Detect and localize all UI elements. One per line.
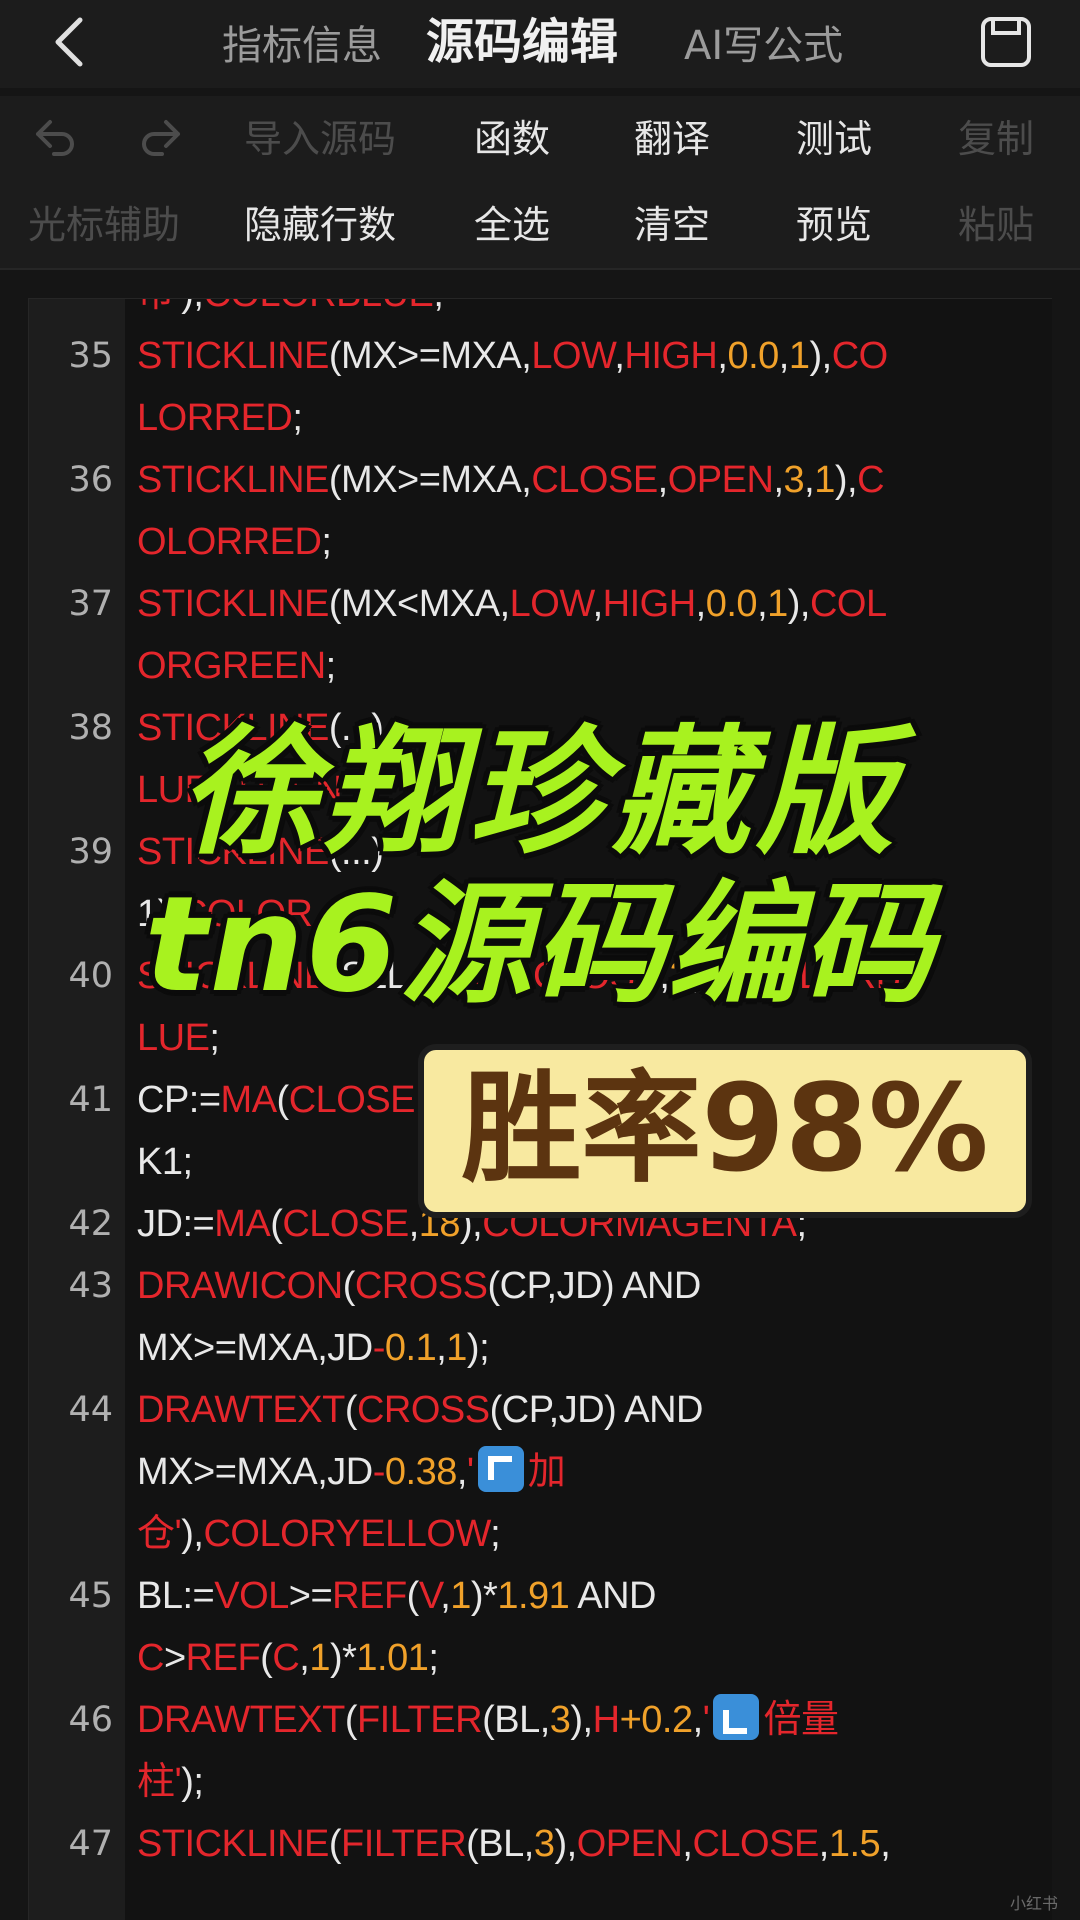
test-button[interactable]: 测试 bbox=[796, 96, 872, 182]
code-line: 40 STICKLINE(SLL,OPEN,CLOSE,2,0),COLORB L… bbox=[29, 945, 1052, 1069]
tab-indicator-info[interactable]: 指标信息 bbox=[222, 18, 382, 74]
line-number: 36 bbox=[68, 460, 113, 500]
save-icon[interactable] bbox=[980, 16, 1032, 68]
code-text: STICKLINE(MX>=MXA,CLOSE,OPEN,3,1),C OLORR… bbox=[137, 459, 885, 563]
code-text: STICKLINE(SLL,OPEN,CLOSE,2,0),COLORB LUE; bbox=[137, 955, 901, 1059]
line-number: 41 bbox=[68, 1080, 113, 1120]
code-text: JD:=MA(CLOSE,18),COLORMAGENTA; bbox=[137, 1203, 807, 1245]
code-text: STICKLINE(FILTER(BL,3),OPEN,CLOSE,1.5, bbox=[137, 1823, 891, 1865]
code-line: 41 CP:=MA(CLOSE,...), K1; bbox=[29, 1069, 1052, 1193]
line-number: 35 bbox=[68, 336, 113, 376]
redo-icon[interactable] bbox=[136, 114, 188, 166]
code-line: 42 JD:=MA(CLOSE,18),COLORMAGENTA; bbox=[29, 1193, 1052, 1255]
code-line: 47 STICKLINE(FILTER(BL,3),OPEN,CLOSE,1.5… bbox=[29, 1813, 1052, 1875]
line-number: 38 bbox=[68, 708, 113, 748]
functions-button[interactable]: 函数 bbox=[474, 96, 550, 182]
paste-button[interactable]: 粘贴 bbox=[958, 182, 1034, 268]
code-text: DRAWICON(CROSS(CP,JD) AND MX>=MXA,JD-0.1,… bbox=[137, 1265, 701, 1369]
code-line: 38 STICKLINE(...) LUEGREEN; bbox=[29, 697, 1052, 821]
line-number bbox=[29, 299, 125, 325]
code-line: 44 DRAWTEXT(CROSS(CP,JD) AND MX>=MXA,JD-0… bbox=[29, 1379, 1052, 1565]
clear-button[interactable]: 清空 bbox=[634, 182, 710, 268]
line-number: 40 bbox=[68, 956, 113, 996]
code-line: 39 STICKLINE(...) 1),COLOR... bbox=[29, 821, 1052, 945]
code-line: 43 DRAWICON(CROSS(CP,JD) AND MX>=MXA,JD-0… bbox=[29, 1255, 1052, 1379]
back-icon[interactable] bbox=[44, 12, 100, 72]
code-line: 46 DRAWTEXT(FILTER(BL,3),H+0.2,' 倍量 柱'); bbox=[29, 1689, 1052, 1813]
code-text: STICKLINE(...) LUEGREEN; bbox=[137, 707, 384, 811]
line-number: 37 bbox=[68, 584, 113, 624]
line-number: 44 bbox=[68, 1390, 113, 1430]
import-source-button[interactable]: 导入源码 bbox=[244, 96, 396, 182]
line-number: 47 bbox=[68, 1824, 113, 1864]
editor-toolbar-primary: 导入源码 函数 翻译 测试 复制 bbox=[0, 96, 1080, 182]
copy-button[interactable]: 复制 bbox=[958, 96, 1034, 182]
top-nav-bar: 指标信息 源码编辑 AI写公式 bbox=[0, 0, 1080, 88]
code-line: 45 BL:=VOL>=REF(V,1)*1.91 AND C>REF(C,1)*… bbox=[29, 1565, 1052, 1689]
code-text: 币'),COLORBLUE; bbox=[125, 299, 975, 325]
code-text: BL:=VOL>=REF(V,1)*1.91 AND C>REF(C,1)*1.0… bbox=[137, 1575, 657, 1679]
tab-ai-formula[interactable]: AI写公式 bbox=[684, 18, 843, 74]
code-text: STICKLINE(MX>=MXA,LOW,HIGH,0.0,1),CO LORR… bbox=[137, 335, 888, 439]
line-number: 46 bbox=[68, 1700, 113, 1740]
editor-toolbar-secondary: 光标辅助 隐藏行数 全选 清空 预览 粘贴 bbox=[0, 182, 1080, 268]
toolbar-divider bbox=[0, 268, 1080, 270]
arrow-down-left-icon bbox=[713, 1694, 760, 1740]
code-line: 36 STICKLINE(MX>=MXA,CLOSE,OPEN,3,1),C OL… bbox=[29, 449, 1052, 573]
code-editor[interactable]: 币'),COLORBLUE; 35 STICKLINE(MX>=MXA,LOW,… bbox=[28, 298, 1052, 1920]
line-number: 39 bbox=[68, 832, 113, 872]
code-text: DRAWTEXT(FILTER(BL,3),H+0.2,' 倍量 柱'); bbox=[125, 1689, 975, 1813]
line-number: 42 bbox=[68, 1204, 113, 1244]
line-number: 45 bbox=[68, 1576, 113, 1616]
cursor-assist-button[interactable]: 光标辅助 bbox=[28, 182, 180, 268]
translate-button[interactable]: 翻译 bbox=[634, 96, 710, 182]
arrow-up-left-icon bbox=[477, 1446, 524, 1492]
code-line: 35 STICKLINE(MX>=MXA,LOW,HIGH,0.0,1),CO L… bbox=[29, 325, 1052, 449]
tab-source-edit[interactable]: 源码编辑 bbox=[426, 14, 618, 70]
code-text: STICKLINE(MX<MXA,LOW,HIGH,0.0,1),COL ORGR… bbox=[137, 583, 887, 687]
preview-button[interactable]: 预览 bbox=[796, 182, 872, 268]
code-line: 币'),COLORBLUE; bbox=[29, 299, 1052, 325]
code-line: 37 STICKLINE(MX<MXA,LOW,HIGH,0.0,1),COL O… bbox=[29, 573, 1052, 697]
code-text: DRAWTEXT(CROSS(CP,JD) AND MX>=MXA,JD-0.38… bbox=[137, 1389, 704, 1555]
code-text: CP:=MA(CLOSE,...), K1; bbox=[137, 1079, 478, 1183]
undo-icon[interactable] bbox=[28, 114, 80, 166]
hide-line-numbers-button[interactable]: 隐藏行数 bbox=[244, 182, 396, 268]
select-all-button[interactable]: 全选 bbox=[474, 182, 550, 268]
code-text: STICKLINE(...) 1),COLOR... bbox=[137, 831, 384, 935]
line-number: 43 bbox=[68, 1266, 113, 1306]
